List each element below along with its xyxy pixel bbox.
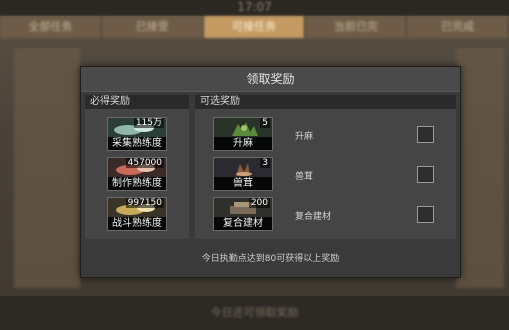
item-count: 457000 — [125, 158, 164, 168]
tab-accepted: 已接受 — [101, 16, 204, 38]
item-label: 兽茸 — [214, 177, 272, 190]
required-rewards-header: 必得奖励 — [85, 95, 189, 109]
select-checkbox-herb[interactable] — [417, 126, 434, 143]
clock: 17:07 — [237, 0, 272, 14]
background-tabs: 全部任务 已接受 可接任务 当前已完 已完成 — [0, 16, 509, 38]
item-label: 复合建材 — [214, 217, 272, 230]
item-label: 制作熟练度 — [108, 177, 166, 190]
reward-name: 升麻 — [295, 132, 314, 142]
item-count: 997150 — [125, 198, 164, 208]
reward-condition-note: 今日执勤点达到80可获得以上奖励 — [201, 254, 340, 264]
herb-item[interactable]: 5 升麻 — [213, 117, 273, 151]
item-count: 3 — [260, 158, 270, 168]
tab-completed: 已完成 — [407, 16, 509, 38]
item-label: 采集熟练度 — [108, 137, 166, 150]
combat-proficiency-item: 997150 战斗熟练度 — [107, 197, 167, 231]
select-checkbox-antler[interactable] — [417, 166, 434, 183]
item-label: 升麻 — [214, 137, 272, 150]
tab-available: 可接任务 — [203, 16, 306, 38]
optional-rewards-list: 5 升麻 升麻 3 兽茸 兽茸 200 复合建材 复合建材 — [195, 109, 456, 239]
craft-proficiency-item: 457000 制作熟练度 — [107, 157, 167, 191]
background-right-panel — [456, 48, 504, 288]
tab-all: 全部任务 — [0, 16, 102, 38]
select-checkbox-building-material[interactable] — [417, 206, 434, 223]
tab-current: 当前已完 — [305, 16, 408, 38]
reward-name: 复合建材 — [295, 212, 332, 222]
claim-reward-dialog: 领取奖励 必得奖励 115万 采集熟练度 457000 制作熟练度 997150… — [80, 66, 461, 278]
gather-proficiency-item: 115万 采集熟练度 — [107, 117, 167, 151]
building-material-item[interactable]: 200 复合建材 — [213, 197, 273, 231]
optional-rewards-header: 可选奖励 — [195, 95, 456, 109]
item-count: 200 — [248, 198, 270, 208]
background-left-panel — [14, 48, 80, 288]
background-bottom-text: 今日还可领取奖励 — [210, 306, 299, 319]
optional-rewards-section: 可选奖励 5 升麻 升麻 3 兽茸 兽茸 200 复合建材 复合建材 — [195, 95, 456, 239]
required-rewards-list: 115万 采集熟练度 457000 制作熟练度 997150 战斗熟练度 — [85, 109, 189, 239]
item-count: 115万 — [133, 118, 164, 128]
item-label: 战斗熟练度 — [108, 217, 166, 230]
item-count: 5 — [260, 118, 270, 128]
reward-name: 兽茸 — [295, 172, 314, 182]
required-rewards-section: 必得奖励 115万 采集熟练度 457000 制作熟练度 997150 战斗熟练… — [85, 95, 189, 239]
dialog-title: 领取奖励 — [81, 67, 460, 92]
antler-item[interactable]: 3 兽茸 — [213, 157, 273, 191]
